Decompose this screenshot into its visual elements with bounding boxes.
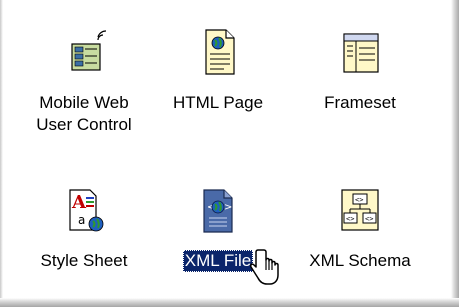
item-label: XML Schema (309, 251, 411, 270)
style-sheet-icon: A a (69, 189, 104, 232)
item-label: HTML Page (172, 93, 264, 112)
svg-text:A: A (71, 192, 87, 213)
svg-text:<>: <> (365, 215, 373, 223)
window-edge-right (451, 0, 459, 307)
window-edge-left (0, 0, 3, 307)
item-xml-schema[interactable]: <> <> <> XML Schema (290, 186, 430, 272)
item-label: XML File (182, 250, 254, 272)
item-html-page[interactable]: HTML Page (148, 28, 288, 114)
svg-text:>: > (224, 202, 232, 213)
item-style-sheet[interactable]: A a Style Sheet (14, 186, 154, 272)
xml-schema-icon: <> <> <> (341, 189, 379, 231)
svg-text:<>: <> (346, 215, 354, 223)
svg-text:<>: <> (355, 196, 363, 204)
frameset-icon (343, 33, 379, 73)
item-mobile-web-user-control[interactable]: Mobile Web User Control (14, 28, 154, 136)
svg-text:a: a (78, 213, 85, 227)
item-label: Style Sheet (40, 251, 128, 270)
mobile-web-user-control-icon (71, 30, 107, 71)
item-label: Frameset (324, 93, 396, 112)
window-edge-bottom (0, 298, 459, 307)
item-frameset[interactable]: Frameset (290, 28, 430, 114)
item-label: Mobile Web User Control (36, 93, 132, 134)
xml-file-icon: < > (203, 189, 233, 233)
html-page-icon (205, 29, 235, 75)
template-item-list: Mobile Web User Control HTML Page Frames… (0, 0, 459, 307)
hand-cursor-icon (250, 249, 279, 285)
